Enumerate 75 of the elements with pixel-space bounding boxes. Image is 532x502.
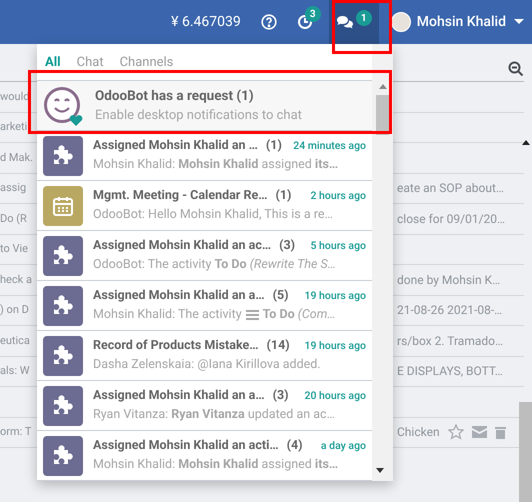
highlight-frame: [332, 0, 392, 54]
row-text: E DISPLAYS, BOTT…: [397, 363, 503, 380]
thread-count: (4): [286, 436, 303, 455]
star-icon[interactable]: [448, 424, 464, 440]
thread-preview: Mohsin Khalid: Mohsin Khalid assigned its…: [93, 156, 338, 174]
row-text: als: W: [0, 364, 30, 377]
caret-icon[interactable]: [514, 19, 524, 25]
search-icon[interactable]: [508, 61, 524, 77]
scroll-down-icon[interactable]: [376, 468, 384, 473]
row-text: ) on D: [0, 303, 29, 316]
activity-badge: 3: [304, 6, 321, 22]
thread-time: 19 hours ago: [304, 338, 366, 354]
row-text: arketi: [0, 120, 28, 133]
user-name[interactable]: Mohsin Khalid: [416, 12, 506, 32]
request-title: OdooBot has a request (1): [95, 86, 255, 106]
row-text: assig: [0, 181, 26, 194]
thread-title: Assigned Mohsin Khalid an acti…: [93, 436, 279, 455]
thread-count: (3): [272, 386, 289, 405]
request-item[interactable]: OdooBot has a request (1) Enable desktop notifications to chat: [37, 80, 372, 131]
thread-time: 2 hours ago: [309, 188, 366, 204]
row-text: rs/box 2. Tramado…: [397, 332, 504, 350]
row-text: eutica: [0, 334, 30, 346]
thread-title: Mgmt. Meeting - Calendar Re…: [93, 186, 268, 205]
list-icon: [246, 310, 259, 320]
row-text: d Mak.: [0, 150, 33, 164]
thread-time: a day ago: [320, 438, 366, 454]
smiley-avatar-icon: [43, 86, 83, 126]
chat-badge: 1: [356, 10, 372, 26]
row-text: done by Mohsin K…: [397, 272, 500, 289]
thread-title: Record of Products Mistake…: [93, 336, 259, 355]
thread-preview: OdooBot: The activity To Do (Rewrite The S…: [93, 256, 336, 274]
thread-preview: Mohsin Khalid: Mohsin Khalid assigned its…: [93, 456, 338, 474]
thread-count: (5): [272, 286, 289, 305]
thread-item[interactable]: Mgmt. Meeting - Calendar Re… (1) 2 hours ago OdooBot: Hello Mohsin Khalid, This is a re…: [37, 181, 372, 231]
thread-item[interactable]: Record of Products Mistake… (14) 19 hours ago Dasha Zelenskaia: @Iana Kirillova added.: [37, 331, 372, 381]
row-text: 21-08-26 2021-08-…: [397, 302, 502, 320]
thread-count: (1): [276, 186, 292, 205]
row-text: close for 09/01/20…: [397, 210, 506, 228]
thread-count: (14): [266, 336, 290, 355]
scroll-up-icon[interactable]: [522, 140, 530, 145]
row-text: orm: T: [0, 425, 32, 438]
thread-title: Assigned Mohsin Khalid an …: [93, 136, 258, 155]
row-text: eate an SOP about…: [397, 180, 504, 198]
row-text: to Vie: [0, 242, 28, 255]
thread-time: 19 hours ago: [304, 288, 366, 304]
thread-time: 20 hours ago: [304, 388, 366, 404]
calendar-icon: [52, 194, 74, 216]
thread-item[interactable]: Assigned Mohsin Khalid an acti… (4) a day ago Mohsin Khalid: Mohsin Khalid assigned its…: [37, 431, 372, 481]
thread-time: 24 minutes ago: [292, 138, 366, 154]
row-text: heck a: [0, 272, 32, 286]
thread-time: 5 hours ago: [309, 238, 366, 254]
row-text: Do (R: [0, 212, 27, 224]
chat-icon: [336, 15, 354, 29]
thread-item[interactable]: Assigned Mohsin Khalid an … (1) 24 minutes ago Mohsin Khalid: Mohsin Khalid assigned its…: [37, 131, 372, 181]
row-text: Chicken: [397, 424, 440, 442]
thread-preview: OdooBot: Hello Mohsin Khalid, This is a re…: [93, 206, 333, 224]
scrollbar-thumb[interactable]: [376, 95, 389, 135]
thread-preview: Ryan Vitanza: Ryan Vitanza updated an ac…: [93, 406, 335, 424]
thread-item[interactable]: Assigned Mohsin Khalid an a… (3) 20 hours ago Ryan Vitanza: Ryan Vitanza updated an ac…: [37, 381, 372, 431]
scrollbar-thumb[interactable]: [519, 402, 532, 502]
balance-text: ¥ 6.467039: [171, 12, 241, 32]
thread-title: Assigned Mohsin Khalid an a…: [93, 386, 265, 405]
thread-preview: Mohsin Khalid: The activity: [93, 306, 242, 324]
thread-title: Assigned Mohsin Khalid an ac…: [93, 236, 272, 255]
request-subtitle: Enable desktop notifications to chat: [95, 106, 302, 125]
thread-title: Assigned Mohsin Khalid an a…: [93, 286, 265, 305]
thread-item[interactable]: Assigned Mohsin Khalid an a… (5) 19 hours ago Mohsin Khalid: The activity To Do (Com…: [37, 281, 372, 331]
thread-preview: Dasha Zelenskaia: @Iana Kirillova added.: [93, 356, 321, 374]
user-avatar: [390, 12, 411, 32]
thread-item[interactable]: Assigned Mohsin Khalid an ac… (3) 5 hours ago OdooBot: The activity To Do (Rewrite The S…: [37, 231, 372, 281]
thread-count: (3): [279, 236, 296, 255]
help-icon[interactable]: [260, 14, 277, 30]
filter-tab[interactable]: All: [45, 56, 61, 69]
thread-count: (1): [266, 136, 282, 155]
thread-preview: To Do (Com…: [262, 306, 336, 324]
